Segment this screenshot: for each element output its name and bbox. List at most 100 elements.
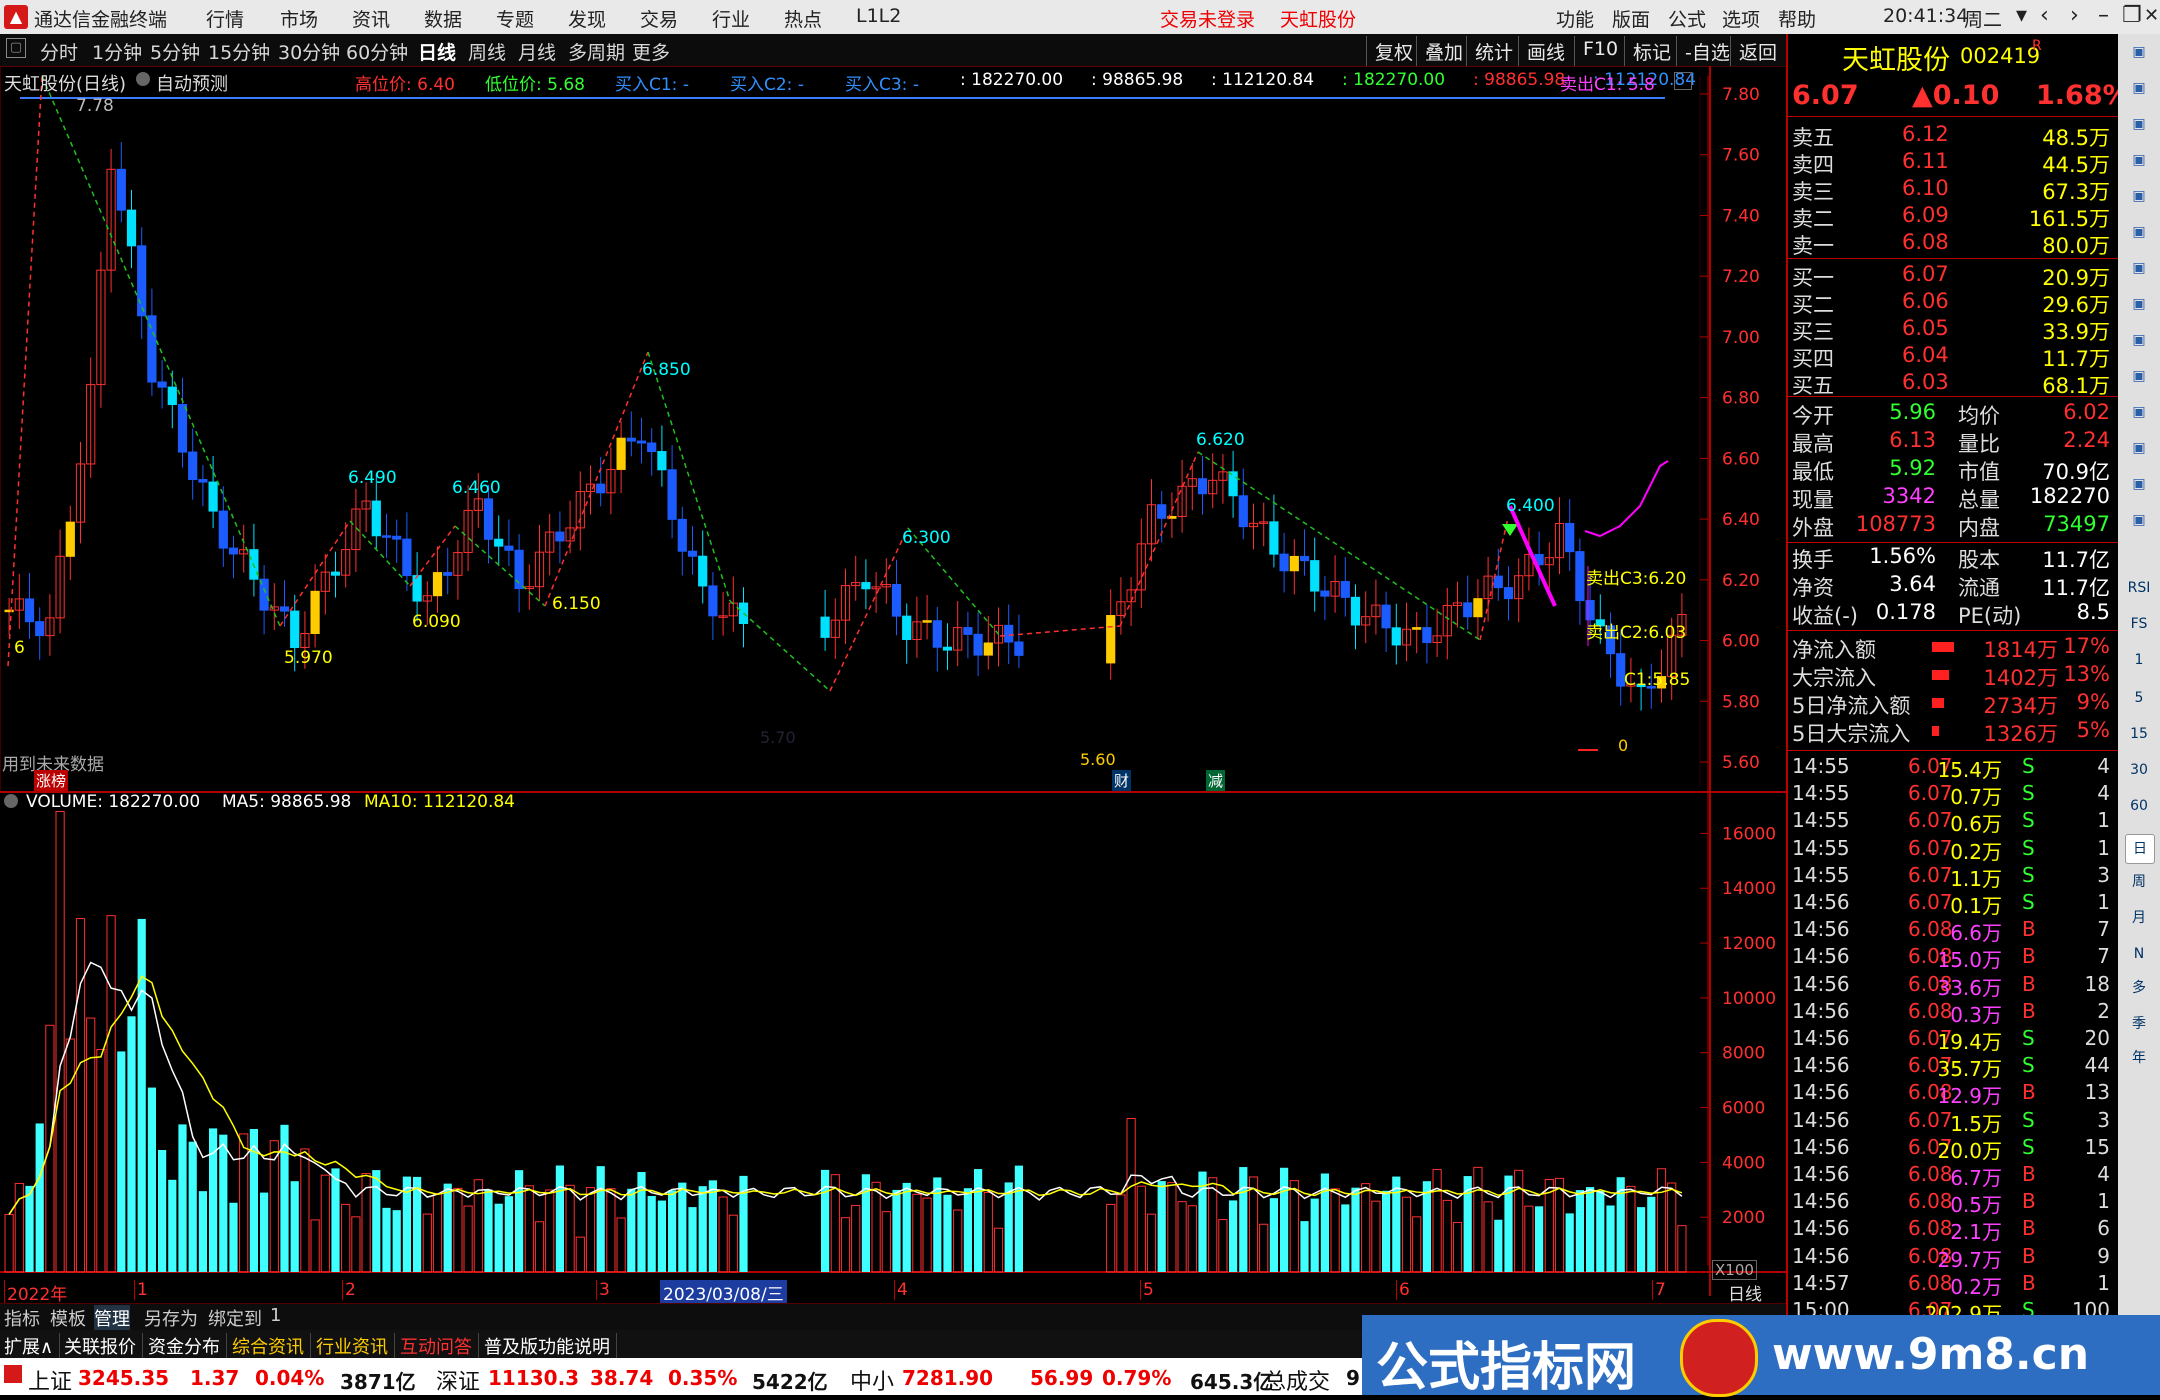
period-tab-3[interactable]: 15分钟 bbox=[208, 38, 270, 65]
sidebar-label[interactable]: 15 bbox=[2125, 720, 2153, 748]
sidebar-tool-icon[interactable]: ▣ bbox=[2125, 290, 2153, 318]
toolbar-button-6[interactable]: -自选 bbox=[1676, 36, 1738, 66]
bid-row[interactable]: 买四 6.04 11.7万 bbox=[1792, 343, 2114, 371]
menu-7[interactable]: 行业 bbox=[712, 5, 750, 32]
menu-6[interactable]: 交易 bbox=[640, 5, 678, 32]
bid-row[interactable]: 买一 6.07 20.9万 bbox=[1792, 262, 2114, 290]
period-tab-1[interactable]: 1分钟 bbox=[92, 38, 142, 65]
menu-3[interactable]: 数据 bbox=[424, 5, 462, 32]
sidebar-label[interactable]: 周 bbox=[2125, 868, 2153, 896]
minimize-icon[interactable]: – bbox=[2098, 3, 2109, 28]
bottom-tab-4[interactable]: 绑定到 bbox=[208, 1305, 262, 1331]
sidebar-label[interactable]: 季 bbox=[2125, 1010, 2153, 1038]
sidebar-tool-icon[interactable]: ▣ bbox=[2125, 38, 2153, 66]
indicator-toggle-icon[interactable] bbox=[136, 72, 150, 86]
limit-up-tag[interactable]: 涨榜 bbox=[34, 770, 69, 791]
menu-5[interactable]: 发现 bbox=[568, 5, 606, 32]
sidebar-label[interactable]: 多 bbox=[2125, 974, 2153, 1002]
sidebar-tool-icon[interactable]: ▣ bbox=[2125, 362, 2153, 390]
menu-1[interactable]: 市场 bbox=[280, 5, 318, 32]
sidebar-label[interactable]: FS bbox=[2125, 610, 2153, 638]
menu-0[interactable]: 行情 bbox=[206, 5, 244, 32]
period-tab-8[interactable]: 月线 bbox=[518, 38, 556, 65]
menu-2[interactable]: 资讯 bbox=[352, 5, 390, 32]
sidebar-label[interactable]: 30 bbox=[2125, 756, 2153, 784]
sidebar-label[interactable]: 1 bbox=[2125, 646, 2153, 674]
toolbar-button-2[interactable]: 统计 bbox=[1466, 36, 1521, 66]
sidebar-label[interactable]: RSI bbox=[2125, 574, 2153, 602]
ext-tab-3[interactable]: 综合资讯 bbox=[232, 1333, 311, 1359]
sidebar-tool-icon[interactable]: ▣ bbox=[2125, 74, 2153, 102]
period-tab-9[interactable]: 多周期 bbox=[568, 38, 625, 65]
close-icon[interactable]: ✕ bbox=[2144, 5, 2159, 26]
ext-tab-6[interactable]: 普及版功能说明 bbox=[484, 1333, 617, 1359]
forward-icon[interactable]: › bbox=[2070, 3, 2079, 28]
ext-tab-4[interactable]: 行业资讯 bbox=[316, 1333, 395, 1359]
right-menu-2[interactable]: 公式 bbox=[1668, 5, 1706, 32]
ext-tab-1[interactable]: 关联报价 bbox=[64, 1333, 143, 1359]
period-tab-7[interactable]: 周线 bbox=[468, 38, 506, 65]
ask-row[interactable]: 卖四 6.11 44.5万 bbox=[1792, 149, 2114, 177]
bid-row[interactable]: 买五 6.03 68.1万 bbox=[1792, 370, 2114, 398]
sidebar-tool-icon[interactable]: ▣ bbox=[2125, 110, 2153, 138]
ask-row[interactable]: 卖三 6.10 67.3万 bbox=[1792, 176, 2114, 204]
sidebar-tool-icon[interactable]: ▣ bbox=[2125, 146, 2153, 174]
sidebar-tool-icon[interactable]: ▣ bbox=[2125, 506, 2153, 534]
finance-tag[interactable]: 财 bbox=[1112, 770, 1132, 791]
right-menu-1[interactable]: 版面 bbox=[1612, 5, 1650, 32]
ext-tab-0[interactable]: 扩展∧ bbox=[4, 1333, 61, 1359]
period-tab-5[interactable]: 60分钟 bbox=[346, 38, 408, 65]
chart-area[interactable]: 7.80 7.60 7.40 7.20 7.00 6.80 6.60 6.40 6.20 6.00… bbox=[0, 66, 1786, 1303]
period-tab-4[interactable]: 30分钟 bbox=[278, 38, 340, 65]
period-tab-0[interactable]: 分时 bbox=[40, 38, 78, 65]
ask-row[interactable]: 卖五 6.12 48.5万 bbox=[1792, 122, 2114, 150]
menu-9[interactable]: L1L2 bbox=[856, 5, 901, 27]
auto-predict[interactable]: 自动预测 bbox=[156, 70, 228, 96]
sidebar-tool-icon[interactable]: ▣ bbox=[2125, 326, 2153, 354]
volume-toggle-icon[interactable] bbox=[4, 794, 18, 808]
sidebar-label[interactable]: 日 bbox=[2125, 834, 2155, 864]
trade-status[interactable]: 交易未登录 bbox=[1160, 5, 1255, 32]
toolbar-button-7[interactable]: 返回 bbox=[1730, 36, 1785, 66]
sidebar-label[interactable]: 5 bbox=[2125, 684, 2153, 712]
dropdown-icon[interactable]: ▾ bbox=[2016, 3, 2027, 28]
sidebar-tool-icon[interactable]: ▣ bbox=[2125, 254, 2153, 282]
bottom-tab-1[interactable]: 模板 bbox=[50, 1305, 86, 1331]
period-tab-6[interactable]: 日线 bbox=[418, 38, 456, 65]
sidebar-tool-icon[interactable]: ▣ bbox=[2125, 218, 2153, 246]
sidebar-tool-icon[interactable]: ▣ bbox=[2125, 182, 2153, 210]
right-menu-0[interactable]: 功能 bbox=[1556, 5, 1594, 32]
panel-scroll-icon[interactable] bbox=[1674, 72, 1692, 90]
bid-row[interactable]: 买二 6.06 29.6万 bbox=[1792, 289, 2114, 317]
toolbar-button-5[interactable]: 标记 bbox=[1624, 36, 1679, 66]
ask-row[interactable]: 卖二 6.09 161.5万 bbox=[1792, 203, 2114, 231]
period-tab-2[interactable]: 5分钟 bbox=[150, 38, 200, 65]
sidebar-tool-icon[interactable]: ▣ bbox=[2125, 470, 2153, 498]
bottom-tab-2[interactable]: 管理 bbox=[94, 1305, 130, 1331]
bid-row[interactable]: 买三 6.05 33.9万 bbox=[1792, 316, 2114, 344]
restore-icon[interactable]: ❐ bbox=[2122, 3, 2142, 28]
menu-4[interactable]: 专题 bbox=[496, 5, 534, 32]
period-tab-10[interactable]: 更多 bbox=[632, 38, 670, 65]
sidebar-label[interactable]: N bbox=[2125, 940, 2153, 968]
right-menu-4[interactable]: 帮助 bbox=[1778, 5, 1816, 32]
index-name[interactable]: 中小 bbox=[850, 1364, 894, 1396]
back-icon[interactable]: ‹ bbox=[2040, 3, 2049, 28]
sidebar-label[interactable]: 月 bbox=[2125, 904, 2153, 932]
reduce-tag[interactable]: 减 bbox=[1206, 770, 1226, 791]
index-name[interactable]: 深证 bbox=[436, 1364, 480, 1396]
bottom-tab-5[interactable]: 1 bbox=[270, 1305, 281, 1326]
toolbar-button-3[interactable]: 画线 bbox=[1518, 36, 1573, 66]
sidebar-label[interactable]: 年 bbox=[2125, 1044, 2153, 1072]
toolbar-button-1[interactable]: 叠加 bbox=[1416, 36, 1471, 66]
menu-8[interactable]: 热点 bbox=[784, 5, 822, 32]
ext-tab-2[interactable]: 资金分布 bbox=[148, 1333, 227, 1359]
toolbar-button-4[interactable]: F10 bbox=[1574, 36, 1626, 66]
index-name[interactable]: 上证 bbox=[28, 1364, 72, 1396]
bottom-tab-3[interactable]: 另存为 bbox=[144, 1305, 198, 1331]
sidebar-tool-icon[interactable]: ▣ bbox=[2125, 398, 2153, 426]
collapse-icon[interactable]: ▢ bbox=[6, 38, 26, 58]
toolbar-button-0[interactable]: 复权 bbox=[1366, 36, 1421, 66]
sidebar-label[interactable]: 60 bbox=[2125, 792, 2153, 820]
sidebar-tool-icon[interactable]: ▣ bbox=[2125, 434, 2153, 462]
